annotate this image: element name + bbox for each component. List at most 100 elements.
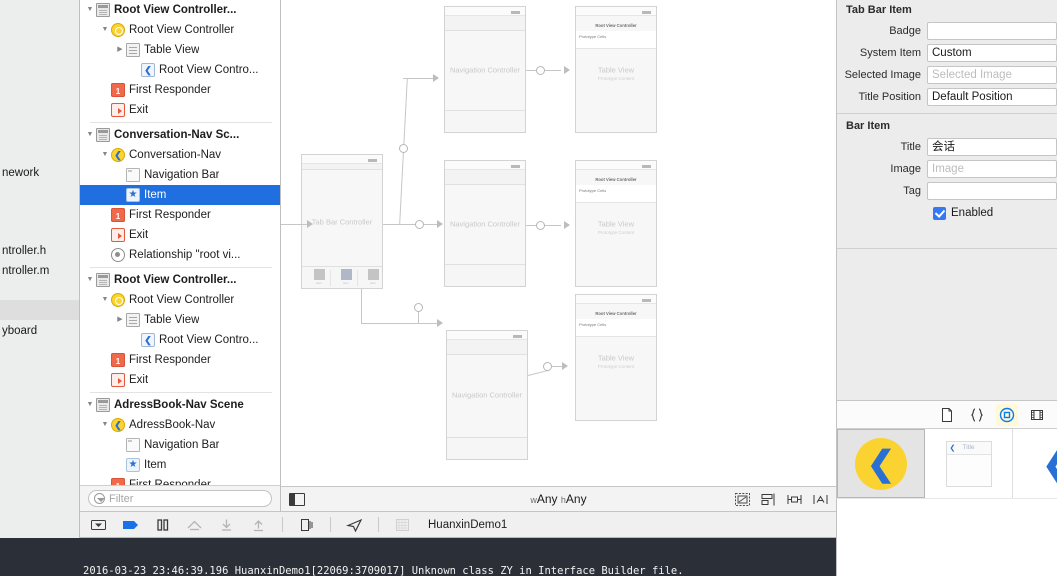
outline-row[interactable]: Navigation Bar [80, 165, 280, 185]
outline-row[interactable]: ▶ Table View [80, 40, 280, 60]
project-navigator[interactable]: nework ntroller.h ntroller.m yboard [0, 0, 80, 538]
outline-row[interactable]: Exit [80, 100, 280, 120]
disclosure-expanded-icon[interactable]: ▼ [84, 0, 96, 20]
outline-row[interactable]: First Responder [80, 350, 280, 372]
tabbar-to-bottom-arrow [437, 319, 443, 327]
library-toolbar[interactable] [836, 400, 1057, 428]
disclosure-expanded-icon[interactable]: ▼ [99, 290, 111, 310]
prototype-cells-label: Prototype Cells [576, 319, 656, 331]
tab-bar-separator [330, 270, 331, 286]
tab-bar: Item Item Item [302, 266, 382, 288]
tag-field[interactable] [927, 182, 1057, 200]
system-item-field[interactable]: Custom [927, 44, 1057, 62]
outline-row[interactable]: ❮ Root View Contro... [80, 330, 280, 350]
view-hierarchy-icon[interactable] [298, 518, 315, 532]
outline-row[interactable]: ▼ Conversation-Nav Sc... [80, 125, 280, 145]
outline-row[interactable]: First Responder [80, 475, 280, 485]
hide-debug-area-icon[interactable] [90, 518, 107, 532]
storyboard-canvas[interactable]: Tab Bar ControllerItemItemItemTab Bar Co… [281, 0, 836, 486]
tab-bar-item[interactable]: Item [306, 269, 332, 285]
step-into-icon[interactable] [218, 518, 235, 532]
root-view-controller-scene-top[interactable]: Root View ControllerRoot View Controller… [575, 6, 657, 133]
debug-bar[interactable]: HuanxinDemo1 [80, 511, 836, 538]
outline-row[interactable]: Navigation Bar [80, 435, 280, 455]
title-position-field[interactable]: Default Position [927, 88, 1057, 106]
root-view-controller-scene-bottom[interactable]: Root View ControllerRoot View Controller… [575, 294, 657, 421]
thread-icon[interactable] [394, 518, 411, 532]
tab-bar-item[interactable]: Item [360, 269, 386, 285]
outline-row[interactable]: ★ Item [80, 455, 280, 475]
filter-input[interactable]: Filter [88, 490, 272, 507]
code-snippet-icon[interactable] [969, 407, 985, 423]
outline-row[interactable]: First Responder [80, 205, 280, 227]
resolve-issues-icon[interactable] [813, 493, 828, 506]
project-file-row[interactable]: nework [0, 163, 79, 183]
selected-image-field[interactable]: Selected Image [927, 66, 1057, 84]
title-field[interactable]: 会话 [927, 138, 1057, 156]
navigation-controller-object[interactable]: ❮ [837, 429, 925, 498]
object-library-icon[interactable] [996, 403, 1018, 426]
document-outline[interactable]: ▼ Root View Controller... ▼ Root View Contr… [80, 0, 281, 511]
step-out-icon[interactable] [250, 518, 267, 532]
navigation-controller-scene-top[interactable]: ItemNavigation Controller [444, 6, 526, 133]
disclosure-expanded-icon[interactable]: ▼ [84, 395, 96, 415]
navigation-controller-scene-middle[interactable]: ItemNavigation Controller [444, 160, 526, 287]
disclosure-expanded-icon[interactable]: ▼ [84, 270, 96, 290]
outline-row[interactable]: Exit [80, 370, 280, 390]
outline-row[interactable]: ▼ ❮ Conversation-Nav [80, 145, 280, 165]
outline-row[interactable]: Relationship "root vi... [80, 245, 280, 265]
tab-bar-item[interactable]: Item [333, 269, 359, 285]
console-gutter [0, 538, 80, 576]
scene-body-label: Table View [597, 65, 635, 74]
navigation-controller-scene-bottom[interactable]: Navigation Controller [446, 330, 528, 460]
disclosure-expanded-icon[interactable]: ▼ [99, 145, 111, 165]
project-file-row[interactable]: yboard [0, 321, 79, 341]
enabled-checkbox[interactable] [933, 206, 946, 220]
outline-row[interactable]: ▼ Root View Controller... [80, 270, 280, 290]
step-over-icon[interactable] [186, 518, 203, 532]
pause-icon[interactable] [154, 518, 171, 532]
outline-row[interactable]: ▼ Root View Controller [80, 290, 280, 310]
media-library-icon[interactable] [1029, 407, 1045, 423]
image-field[interactable]: Image [927, 160, 1057, 178]
project-file-row[interactable]: ntroller.m [0, 261, 79, 281]
enabled-checkbox-row[interactable]: Enabled [837, 202, 1057, 224]
canvas-bottom-bar[interactable]: wAny hAny [281, 486, 836, 511]
scheme-name-label: HuanxinDemo1 [428, 518, 508, 531]
outline-row[interactable]: ▼ Root View Controller [80, 20, 280, 40]
outline-row[interactable]: ▼ AdressBook-Nav Scene [80, 395, 280, 415]
variation-icon[interactable] [735, 492, 750, 506]
badge-field[interactable] [927, 22, 1057, 40]
outline-row[interactable]: ▼ Root View Controller... [80, 0, 280, 20]
console-output[interactable]: 2016-03-23 23:46:39.196 HuanxinDemo1[220… [80, 538, 836, 576]
outline-filter-bar[interactable]: Filter [80, 485, 280, 511]
disclosure-expanded-icon[interactable]: ▼ [84, 125, 96, 145]
prototype-cell[interactable]: Prototype Cells [576, 319, 656, 337]
file-template-icon[interactable] [939, 407, 955, 423]
navigation-item-object[interactable]: ❮ [1013, 429, 1057, 498]
tab-bar [445, 110, 525, 132]
document-outline-list[interactable]: ▼ Root View Controller... ▼ Root View Contr… [80, 0, 280, 485]
align-icon[interactable] [761, 493, 776, 506]
disclosure-collapsed-icon[interactable]: ▶ [114, 40, 126, 60]
tab-bar-controller-scene[interactable]: Tab Bar ControllerItemItemItemTab Bar Co… [301, 154, 383, 289]
root-view-controller-scene-middle[interactable]: Root View ControllerRoot View Controller… [575, 160, 657, 287]
outline-row[interactable]: ▼ ❮ AdressBook-Nav [80, 415, 280, 435]
navigation-bar-object[interactable]: ❮ Title [925, 429, 1013, 498]
library-items[interactable]: ❮ ❮ Title ❮ [836, 428, 1057, 498]
outline-row[interactable]: ★ Item [80, 185, 280, 205]
outline-row[interactable]: First Responder [80, 80, 280, 102]
simulate-location-icon[interactable] [345, 518, 363, 532]
disclosure-collapsed-icon[interactable]: ▶ [114, 310, 126, 330]
outline-row[interactable]: Exit [80, 225, 280, 245]
disclosure-expanded-icon[interactable]: ▼ [99, 415, 111, 435]
prototype-cell[interactable]: Prototype Cells [576, 31, 656, 49]
outline-row[interactable]: ▶ Table View [80, 310, 280, 330]
disclosure-expanded-icon[interactable]: ▼ [99, 20, 111, 40]
prototype-cell[interactable]: Prototype Cells [576, 185, 656, 203]
breakpoints-icon[interactable] [122, 518, 139, 532]
attributes-inspector[interactable]: Tab Bar Item Badge System Item Custom Selec… [836, 0, 1057, 400]
project-file-row[interactable]: ntroller.h [0, 241, 79, 261]
outline-row[interactable]: ❮ Root View Contro... [80, 60, 280, 80]
pin-icon[interactable] [787, 493, 802, 506]
